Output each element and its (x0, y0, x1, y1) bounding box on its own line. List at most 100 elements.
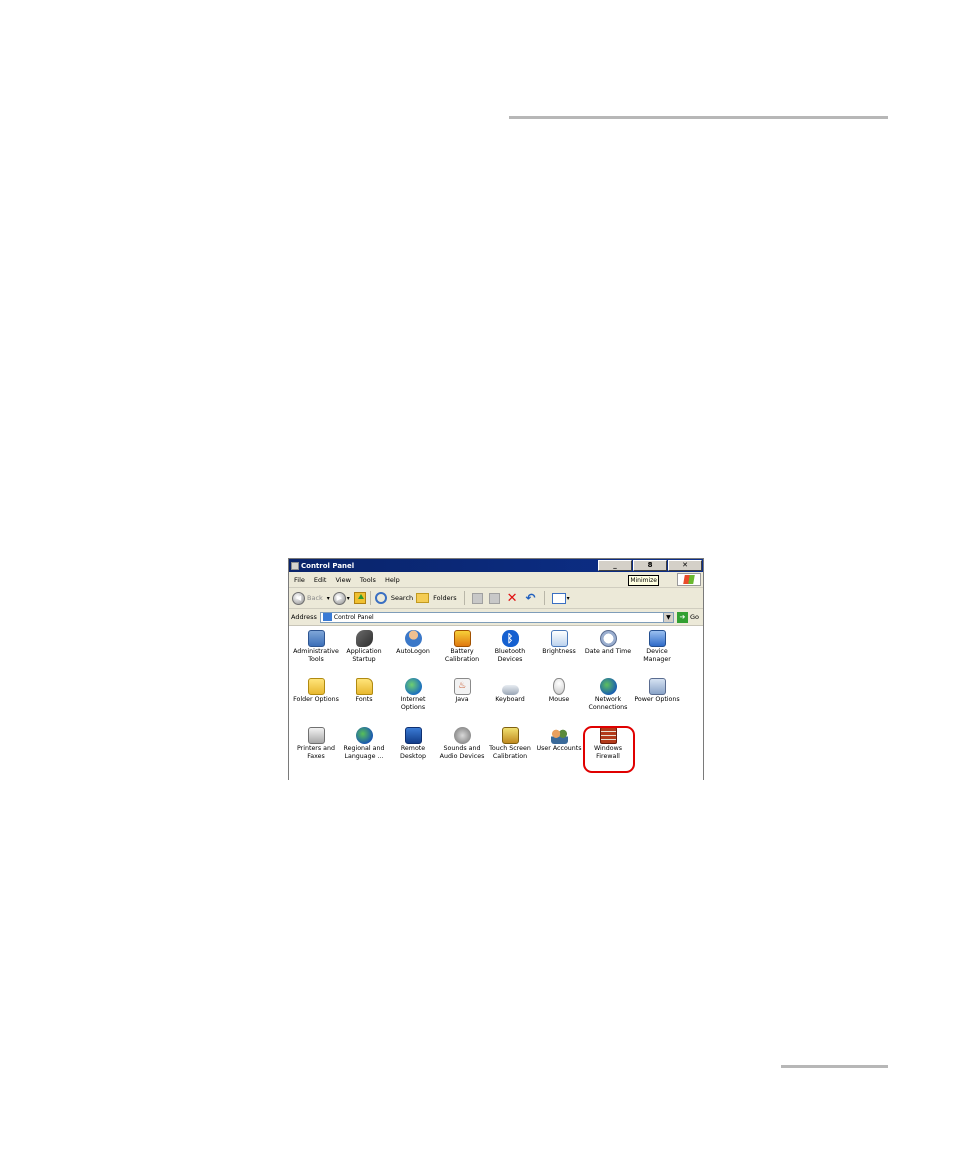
autologon-icon (404, 630, 422, 647)
address-bar: Address Control Panel ▼ ➔ Go (289, 609, 703, 626)
menu-help[interactable]: Help (385, 576, 400, 584)
item-battery-calibration[interactable]: Battery Calibration (437, 630, 487, 664)
address-input[interactable]: Control Panel ▼ (319, 611, 674, 623)
item-label: Sounds and Audio Devices (439, 745, 485, 760)
touch-screen-icon (501, 727, 519, 744)
folders-button[interactable]: Folders (433, 594, 456, 602)
item-label: Application Startup (346, 648, 382, 663)
back-arrow-icon[interactable]: ◀ (292, 591, 305, 605)
item-network-connections[interactable]: Network Connections (583, 678, 633, 712)
printers-faxes-icon (307, 727, 325, 744)
views-icon[interactable] (551, 592, 566, 604)
item-internet-options[interactable]: Internet Options (388, 678, 438, 712)
forward-arrow-icon[interactable]: ▶ (332, 591, 346, 605)
address-label: Address (291, 613, 317, 621)
delete-icon[interactable]: ✕ (507, 592, 518, 605)
control-panel-items: Administrative Tools Application Startup… (289, 626, 703, 761)
menu-file[interactable]: File (294, 576, 305, 584)
item-remote-desktop[interactable]: Remote Desktop (388, 727, 438, 761)
close-button[interactable]: ✕ (668, 560, 702, 571)
windows-firewall-highlight (583, 726, 635, 773)
toolbar-separator (543, 591, 545, 605)
up-folder-icon[interactable] (353, 592, 366, 604)
network-connections-icon (599, 678, 617, 695)
item-label: Administrative Tools (293, 648, 339, 663)
menu-bar: File Edit View Tools Help Minimize (289, 572, 703, 588)
item-label: Fonts (355, 696, 373, 703)
item-regional-and-language[interactable]: Regional and Language ... (339, 727, 389, 761)
sounds-audio-icon (453, 727, 471, 744)
control-panel-small-icon (322, 613, 332, 621)
item-label: Network Connections (588, 696, 628, 711)
item-application-startup[interactable]: Application Startup (339, 630, 389, 664)
folder-options-icon (307, 678, 325, 695)
minimize-button[interactable]: _ (598, 560, 632, 571)
item-label: Brightness (542, 648, 576, 655)
item-label: Device Manager (643, 648, 671, 663)
page-header-rule (509, 116, 888, 119)
item-label: Java (455, 696, 469, 703)
item-user-accounts[interactable]: User Accounts (534, 727, 584, 753)
control-panel-icon (291, 561, 299, 570)
item-label: Date and Time (584, 648, 632, 655)
toolbar-separator (463, 591, 465, 605)
item-brightness[interactable]: Brightness (534, 630, 584, 656)
move-to-icon[interactable] (471, 592, 483, 604)
item-label: Regional and Language ... (343, 745, 385, 760)
menu-view[interactable]: View (335, 576, 350, 584)
remote-desktop-icon (404, 727, 422, 744)
copy-to-icon[interactable] (488, 592, 500, 604)
windows-logo-icon (677, 573, 701, 586)
item-label: Bluetooth Devices (494, 648, 526, 663)
item-administrative-tools[interactable]: Administrative Tools (291, 630, 341, 664)
go-button[interactable]: Go (690, 613, 699, 621)
bluetooth-icon: ᛒ (501, 630, 519, 647)
forward-dropdown-icon[interactable]: ▾ (347, 595, 350, 602)
restore-button[interactable]: 8 (633, 560, 667, 571)
address-dropdown-icon[interactable]: ▼ (662, 612, 673, 622)
application-startup-icon (355, 630, 373, 647)
item-label: User Accounts (536, 745, 582, 752)
go-arrow-icon[interactable]: ➔ (676, 611, 688, 623)
item-printers-and-faxes[interactable]: Printers and Faxes (291, 727, 341, 761)
item-autologon[interactable]: AutoLogon (388, 630, 438, 656)
battery-calibration-icon (453, 630, 471, 647)
undo-icon[interactable]: ↶ (526, 592, 536, 604)
java-icon: ♨ (453, 678, 471, 695)
back-button[interactable]: Back (307, 594, 323, 602)
folders-icon[interactable] (416, 593, 430, 603)
item-date-and-time[interactable]: Date and Time (583, 630, 633, 656)
address-value: Control Panel (333, 613, 374, 621)
item-keyboard[interactable]: Keyboard (485, 678, 535, 704)
back-dropdown-icon[interactable]: ▾ (327, 595, 330, 602)
internet-options-icon (404, 678, 422, 695)
menu-edit[interactable]: Edit (314, 576, 327, 584)
brightness-icon (550, 630, 568, 647)
toolbar-separator (369, 591, 371, 605)
item-label: Remote Desktop (400, 745, 426, 760)
item-mouse[interactable]: Mouse (534, 678, 584, 704)
item-label: Folder Options (293, 696, 339, 703)
control-panel-window: Control Panel _ 8 ✕ File Edit View Tools… (288, 558, 704, 780)
item-bluetooth-devices[interactable]: ᛒ Bluetooth Devices (485, 630, 535, 664)
admin-tools-icon (307, 630, 325, 647)
mouse-icon (553, 678, 565, 695)
fonts-icon (355, 678, 373, 695)
title-bar[interactable]: Control Panel _ 8 ✕ (289, 559, 703, 572)
item-touch-screen-calibration[interactable]: Touch Screen Calibration (485, 727, 535, 761)
item-folder-options[interactable]: Folder Options (291, 678, 341, 704)
item-label: Keyboard (495, 696, 525, 703)
keyboard-icon (501, 685, 519, 695)
item-label: Touch Screen Calibration (489, 745, 531, 760)
menu-tools[interactable]: Tools (360, 576, 376, 584)
item-fonts[interactable]: Fonts (339, 678, 389, 704)
item-sounds-and-audio[interactable]: Sounds and Audio Devices (437, 727, 487, 761)
device-manager-icon (648, 630, 666, 647)
item-power-options[interactable]: Power Options (632, 678, 682, 704)
views-dropdown-icon[interactable]: ▾ (567, 595, 570, 602)
item-java[interactable]: ♨ Java (437, 678, 487, 704)
search-button[interactable]: Search (391, 594, 413, 602)
item-label: Battery Calibration (444, 648, 480, 663)
search-icon[interactable] (374, 592, 387, 604)
item-device-manager[interactable]: Device Manager (632, 630, 682, 664)
